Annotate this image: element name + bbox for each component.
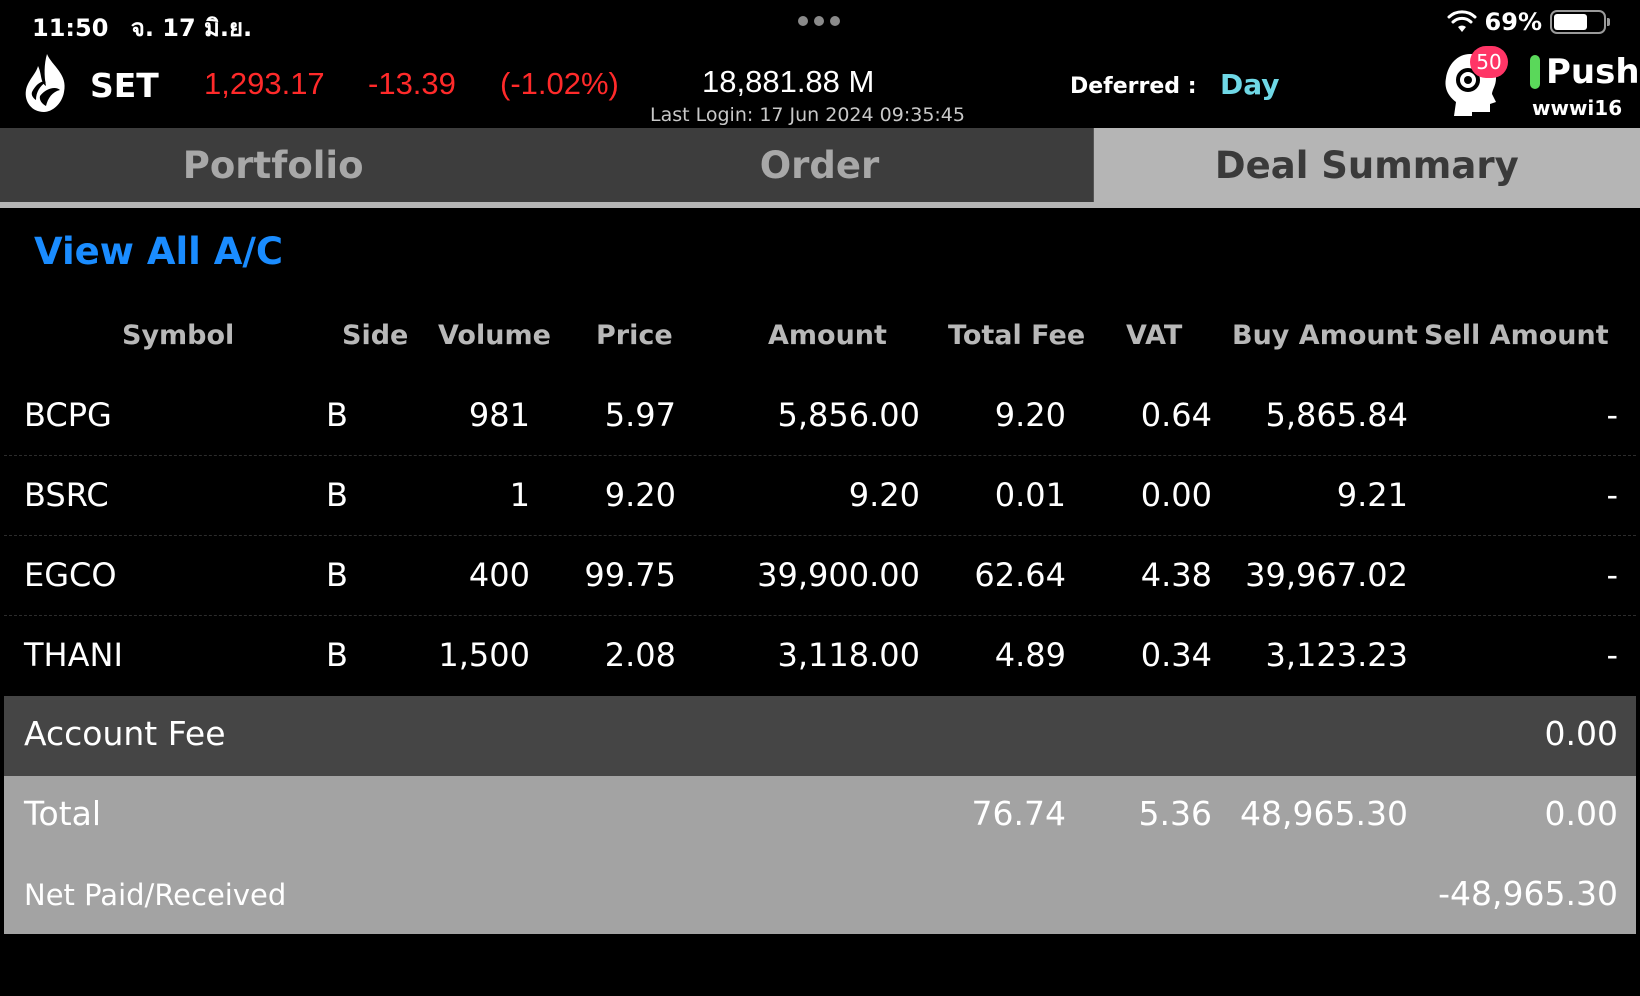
- header-price: Price: [596, 320, 673, 351]
- cell-amount: 5,856.00: [777, 396, 921, 434]
- multitask-dots-icon[interactable]: [798, 16, 840, 26]
- header-volume: Volume: [438, 320, 551, 351]
- cell-volume: 400: [468, 556, 530, 594]
- cell-symbol: BCPG: [24, 396, 112, 434]
- cell-total-fee: 9.20: [994, 396, 1066, 434]
- battery-percent: 69%: [1484, 8, 1542, 36]
- deferred-label: Deferred :: [1070, 74, 1197, 99]
- index-value: 1,293.17: [204, 66, 325, 101]
- cell-symbol: EGCO: [24, 556, 117, 594]
- totals-block: Total 76.74 5.36 48,965.30 0.00 Net Paid…: [4, 776, 1636, 934]
- cell-vat: 0.64: [1140, 396, 1212, 434]
- market-volume: 18,881.88 M: [702, 64, 875, 99]
- table-row[interactable]: BSRC B 1 9.20 9.20 0.01 0.00 9.21 -: [4, 456, 1636, 536]
- account-fee-row: Account Fee 0.00: [4, 696, 1636, 776]
- cell-sell-amount: -: [1606, 476, 1618, 514]
- total-row: Total 76.74 5.36 48,965.30 0.00: [4, 776, 1636, 856]
- push-label: Push: [1546, 52, 1640, 92]
- header-symbol: Symbol: [122, 320, 235, 351]
- cell-buy-amount: 3,123.23: [1265, 636, 1409, 674]
- cell-total-fee: 62.64: [974, 556, 1066, 594]
- cell-buy-amount: 9.21: [1336, 476, 1408, 514]
- cell-sell-amount: -: [1606, 636, 1618, 674]
- header-amount: Amount: [768, 320, 887, 351]
- cell-side: B: [326, 556, 348, 594]
- push-status-indicator: [1530, 55, 1540, 89]
- cell-price: 99.75: [584, 556, 676, 594]
- cell-volume: 981: [468, 396, 530, 434]
- header-total-fee: Total Fee: [948, 320, 1086, 351]
- index-change: -13.39: [368, 66, 456, 101]
- deal-summary-table: Symbol Side Volume Price Amount Total Fe…: [4, 300, 1636, 696]
- cell-total-fee: 4.89: [994, 636, 1066, 674]
- battery-fill: [1554, 14, 1588, 30]
- cell-amount: 3,118.00: [777, 636, 921, 674]
- table-row[interactable]: BCPG B 981 5.97 5,856.00 9.20 0.64 5,865…: [4, 376, 1636, 456]
- total-buy-amount: 48,965.30: [1240, 794, 1408, 833]
- view-all-accounts-link[interactable]: View All A/C: [34, 230, 283, 273]
- cell-side: B: [326, 476, 348, 514]
- notification-badge[interactable]: 50: [1470, 46, 1508, 78]
- deferred-value[interactable]: Day: [1220, 68, 1280, 101]
- cell-total-fee: 0.01: [994, 476, 1066, 514]
- header-buy-amount: Buy Amount: [1232, 320, 1418, 351]
- cell-symbol: THANI: [24, 636, 123, 674]
- cell-symbol: BSRC: [24, 476, 109, 514]
- username: wwwi16: [1532, 96, 1623, 120]
- cell-volume: 1,500: [438, 636, 530, 674]
- total-fee: 76.74: [971, 794, 1066, 833]
- tab-bar: Portfolio Order Deal Summary: [0, 128, 1640, 208]
- cell-amount: 39,900.00: [757, 556, 920, 594]
- cell-side: B: [326, 396, 348, 434]
- cell-sell-amount: -: [1606, 556, 1618, 594]
- cell-price: 5.97: [604, 396, 676, 434]
- last-login: Last Login: 17 Jun 2024 09:35:45: [650, 104, 965, 126]
- market-header: SET 1,293.17 -13.39 (-1.02%) 18,881.88 M…: [0, 46, 1640, 128]
- table-header: Symbol Side Volume Price Amount Total Fe…: [4, 300, 1636, 376]
- tab-deal-summary[interactable]: Deal Summary: [1092, 128, 1640, 202]
- market-name: SET: [90, 66, 159, 105]
- header-sell-amount: Sell Amount: [1424, 320, 1609, 351]
- status-bar: 11:50 จ. 17 มิ.ย. 69%: [0, 0, 1640, 46]
- set-logo-icon: [25, 54, 65, 112]
- cell-volume: 1: [509, 476, 530, 514]
- cell-vat: 0.34: [1140, 636, 1212, 674]
- status-time: 11:50: [32, 14, 109, 42]
- cell-price: 2.08: [604, 636, 676, 674]
- cell-price: 9.20: [604, 476, 676, 514]
- table-row[interactable]: THANI B 1,500 2.08 3,118.00 4.89 0.34 3,…: [4, 616, 1636, 696]
- cell-buy-amount: 39,967.02: [1245, 556, 1408, 594]
- cell-buy-amount: 5,865.84: [1265, 396, 1409, 434]
- cell-amount: 9.20: [848, 476, 920, 514]
- total-sell-amount: 0.00: [1544, 794, 1618, 833]
- push-toggle[interactable]: Push: [1530, 52, 1640, 92]
- battery-icon: [1550, 10, 1610, 34]
- account-fee-label: Account Fee: [24, 714, 226, 753]
- tab-order[interactable]: Order: [546, 128, 1092, 202]
- tab-portfolio[interactable]: Portfolio: [0, 128, 546, 202]
- cell-side: B: [326, 636, 348, 674]
- net-label: Net Paid/Received: [24, 878, 287, 912]
- cell-sell-amount: -: [1606, 396, 1618, 434]
- header-vat: VAT: [1126, 320, 1183, 351]
- index-change-percent: (-1.02%): [500, 66, 619, 101]
- cell-vat: 0.00: [1140, 476, 1212, 514]
- table-row[interactable]: EGCO B 400 99.75 39,900.00 62.64 4.38 39…: [4, 536, 1636, 616]
- net-value: -48,965.30: [1438, 874, 1618, 913]
- total-vat: 5.36: [1138, 794, 1212, 833]
- status-date: จ. 17 มิ.ย.: [130, 14, 253, 42]
- header-side: Side: [342, 320, 409, 351]
- net-row: Net Paid/Received -48,965.30: [4, 856, 1636, 934]
- wifi-icon: [1447, 10, 1477, 32]
- total-label: Total: [24, 794, 102, 833]
- account-fee-value: 0.00: [1544, 714, 1618, 753]
- cell-vat: 4.38: [1140, 556, 1212, 594]
